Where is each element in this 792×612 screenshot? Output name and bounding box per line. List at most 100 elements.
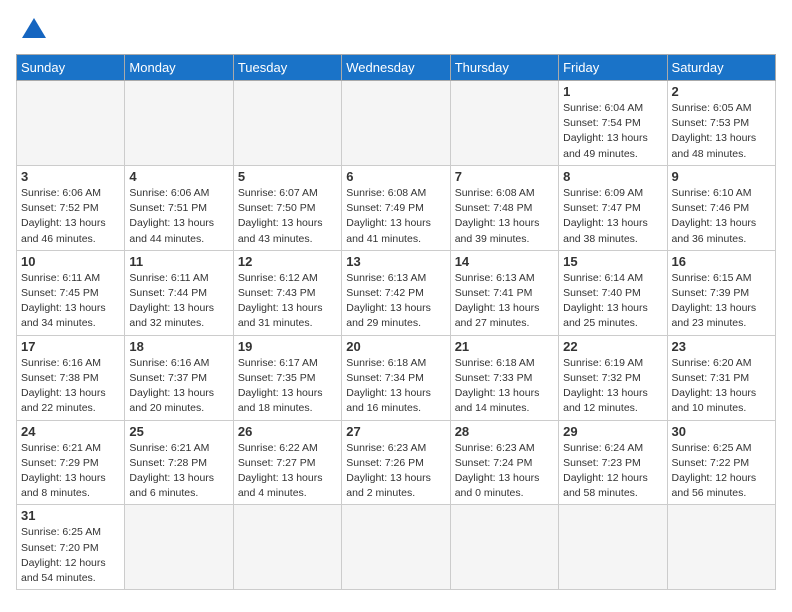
week-row-4: 17 Sunrise: 6:16 AM Sunset: 7:38 PM Dayli… xyxy=(17,335,776,420)
calendar-cell: 2 Sunrise: 6:05 AM Sunset: 7:53 PM Daylig… xyxy=(667,81,775,166)
day-number: 31 xyxy=(21,508,120,523)
day-number: 30 xyxy=(672,424,771,439)
calendar-cell xyxy=(17,81,125,166)
day-number: 16 xyxy=(672,254,771,269)
day-info: Sunrise: 6:19 AM Sunset: 7:32 PM Dayligh… xyxy=(563,356,662,417)
day-number: 7 xyxy=(455,169,554,184)
calendar-cell: 7 Sunrise: 6:08 AM Sunset: 7:48 PM Daylig… xyxy=(450,165,558,250)
day-info: Sunrise: 6:22 AM Sunset: 7:27 PM Dayligh… xyxy=(238,441,337,502)
weekday-header-wednesday: Wednesday xyxy=(342,55,450,81)
calendar-cell: 22 Sunrise: 6:19 AM Sunset: 7:32 PM Dayli… xyxy=(559,335,667,420)
day-number: 17 xyxy=(21,339,120,354)
day-number: 1 xyxy=(563,84,662,99)
header xyxy=(16,16,776,44)
day-info: Sunrise: 6:25 AM Sunset: 7:20 PM Dayligh… xyxy=(21,525,120,586)
day-number: 20 xyxy=(346,339,445,354)
day-info: Sunrise: 6:24 AM Sunset: 7:23 PM Dayligh… xyxy=(563,441,662,502)
calendar-cell: 6Sunrise: 6:08 AM Sunset: 7:49 PM Daylig… xyxy=(342,165,450,250)
logo-wrapper xyxy=(16,16,48,44)
logo-area xyxy=(16,16,48,44)
calendar-cell: 29Sunrise: 6:24 AM Sunset: 7:23 PM Dayli… xyxy=(559,420,667,505)
day-info: Sunrise: 6:21 AM Sunset: 7:28 PM Dayligh… xyxy=(129,441,228,502)
calendar-cell xyxy=(342,505,450,590)
calendar-cell: 21Sunrise: 6:18 AM Sunset: 7:33 PM Dayli… xyxy=(450,335,558,420)
calendar-cell: 9 Sunrise: 6:10 AM Sunset: 7:46 PM Daylig… xyxy=(667,165,775,250)
day-info: Sunrise: 6:06 AM Sunset: 7:52 PM Dayligh… xyxy=(21,186,120,247)
week-row-6: 31 Sunrise: 6:25 AM Sunset: 7:20 PM Dayli… xyxy=(17,505,776,590)
day-number: 26 xyxy=(238,424,337,439)
day-info: Sunrise: 6:15 AM Sunset: 7:39 PM Dayligh… xyxy=(672,271,771,332)
week-row-3: 10 Sunrise: 6:11 AM Sunset: 7:45 PM Dayli… xyxy=(17,250,776,335)
day-info: Sunrise: 6:08 AM Sunset: 7:49 PM Dayligh… xyxy=(346,186,445,247)
day-number: 9 xyxy=(672,169,771,184)
day-number: 13 xyxy=(346,254,445,269)
logo-icon xyxy=(20,16,48,44)
weekday-header-saturday: Saturday xyxy=(667,55,775,81)
day-number: 15 xyxy=(563,254,662,269)
day-number: 5 xyxy=(238,169,337,184)
day-info: Sunrise: 6:23 AM Sunset: 7:24 PM Dayligh… xyxy=(455,441,554,502)
calendar-cell: 5Sunrise: 6:07 AM Sunset: 7:50 PM Daylig… xyxy=(233,165,341,250)
day-info: Sunrise: 6:13 AM Sunset: 7:41 PM Dayligh… xyxy=(455,271,554,332)
day-info: Sunrise: 6:11 AM Sunset: 7:45 PM Dayligh… xyxy=(21,271,120,332)
day-info: Sunrise: 6:20 AM Sunset: 7:31 PM Dayligh… xyxy=(672,356,771,417)
day-number: 18 xyxy=(129,339,228,354)
calendar-cell: 27Sunrise: 6:23 AM Sunset: 7:26 PM Dayli… xyxy=(342,420,450,505)
day-info: Sunrise: 6:13 AM Sunset: 7:42 PM Dayligh… xyxy=(346,271,445,332)
day-number: 10 xyxy=(21,254,120,269)
day-number: 11 xyxy=(129,254,228,269)
calendar-cell: 1 Sunrise: 6:04 AM Sunset: 7:54 PM Daylig… xyxy=(559,81,667,166)
day-info: Sunrise: 6:16 AM Sunset: 7:38 PM Dayligh… xyxy=(21,356,120,417)
calendar-cell xyxy=(125,81,233,166)
day-number: 2 xyxy=(672,84,771,99)
day-info: Sunrise: 6:10 AM Sunset: 7:46 PM Dayligh… xyxy=(672,186,771,247)
calendar-cell xyxy=(125,505,233,590)
day-info: Sunrise: 6:18 AM Sunset: 7:33 PM Dayligh… xyxy=(455,356,554,417)
day-info: Sunrise: 6:04 AM Sunset: 7:54 PM Dayligh… xyxy=(563,101,662,162)
calendar-cell xyxy=(559,505,667,590)
calendar-cell: 23Sunrise: 6:20 AM Sunset: 7:31 PM Dayli… xyxy=(667,335,775,420)
calendar-cell xyxy=(667,505,775,590)
calendar-cell: 20Sunrise: 6:18 AM Sunset: 7:34 PM Dayli… xyxy=(342,335,450,420)
calendar-cell: 31 Sunrise: 6:25 AM Sunset: 7:20 PM Dayli… xyxy=(17,505,125,590)
day-info: Sunrise: 6:16 AM Sunset: 7:37 PM Dayligh… xyxy=(129,356,228,417)
weekday-header-sunday: Sunday xyxy=(17,55,125,81)
day-info: Sunrise: 6:09 AM Sunset: 7:47 PM Dayligh… xyxy=(563,186,662,247)
day-number: 12 xyxy=(238,254,337,269)
day-number: 4 xyxy=(129,169,228,184)
day-number: 22 xyxy=(563,339,662,354)
calendar-cell: 19Sunrise: 6:17 AM Sunset: 7:35 PM Dayli… xyxy=(233,335,341,420)
week-row-1: 1 Sunrise: 6:04 AM Sunset: 7:54 PM Daylig… xyxy=(17,81,776,166)
calendar-cell: 14Sunrise: 6:13 AM Sunset: 7:41 PM Dayli… xyxy=(450,250,558,335)
weekday-header-row: SundayMondayTuesdayWednesdayThursdayFrid… xyxy=(17,55,776,81)
day-number: 8 xyxy=(563,169,662,184)
calendar-cell: 11 Sunrise: 6:11 AM Sunset: 7:44 PM Dayli… xyxy=(125,250,233,335)
week-row-2: 3Sunrise: 6:06 AM Sunset: 7:52 PM Daylig… xyxy=(17,165,776,250)
calendar-cell: 16 Sunrise: 6:15 AM Sunset: 7:39 PM Dayli… xyxy=(667,250,775,335)
calendar-cell: 4 Sunrise: 6:06 AM Sunset: 7:51 PM Daylig… xyxy=(125,165,233,250)
weekday-header-friday: Friday xyxy=(559,55,667,81)
calendar-cell: 17 Sunrise: 6:16 AM Sunset: 7:38 PM Dayli… xyxy=(17,335,125,420)
day-info: Sunrise: 6:11 AM Sunset: 7:44 PM Dayligh… xyxy=(129,271,228,332)
day-info: Sunrise: 6:12 AM Sunset: 7:43 PM Dayligh… xyxy=(238,271,337,332)
day-number: 25 xyxy=(129,424,228,439)
calendar-table: SundayMondayTuesdayWednesdayThursdayFrid… xyxy=(16,54,776,590)
calendar-cell xyxy=(233,81,341,166)
calendar-cell xyxy=(342,81,450,166)
calendar-cell: 10 Sunrise: 6:11 AM Sunset: 7:45 PM Dayli… xyxy=(17,250,125,335)
day-info: Sunrise: 6:21 AM Sunset: 7:29 PM Dayligh… xyxy=(21,441,120,502)
calendar-cell: 24 Sunrise: 6:21 AM Sunset: 7:29 PM Dayli… xyxy=(17,420,125,505)
day-info: Sunrise: 6:05 AM Sunset: 7:53 PM Dayligh… xyxy=(672,101,771,162)
day-number: 24 xyxy=(21,424,120,439)
calendar-cell xyxy=(450,81,558,166)
day-info: Sunrise: 6:25 AM Sunset: 7:22 PM Dayligh… xyxy=(672,441,771,502)
day-info: Sunrise: 6:06 AM Sunset: 7:51 PM Dayligh… xyxy=(129,186,228,247)
calendar-cell: 25 Sunrise: 6:21 AM Sunset: 7:28 PM Dayli… xyxy=(125,420,233,505)
calendar-cell: 28Sunrise: 6:23 AM Sunset: 7:24 PM Dayli… xyxy=(450,420,558,505)
calendar-cell xyxy=(233,505,341,590)
calendar-cell: 13 Sunrise: 6:13 AM Sunset: 7:42 PM Dayli… xyxy=(342,250,450,335)
calendar-cell: 15Sunrise: 6:14 AM Sunset: 7:40 PM Dayli… xyxy=(559,250,667,335)
day-info: Sunrise: 6:08 AM Sunset: 7:48 PM Dayligh… xyxy=(455,186,554,247)
day-info: Sunrise: 6:23 AM Sunset: 7:26 PM Dayligh… xyxy=(346,441,445,502)
calendar-cell: 26 Sunrise: 6:22 AM Sunset: 7:27 PM Dayli… xyxy=(233,420,341,505)
